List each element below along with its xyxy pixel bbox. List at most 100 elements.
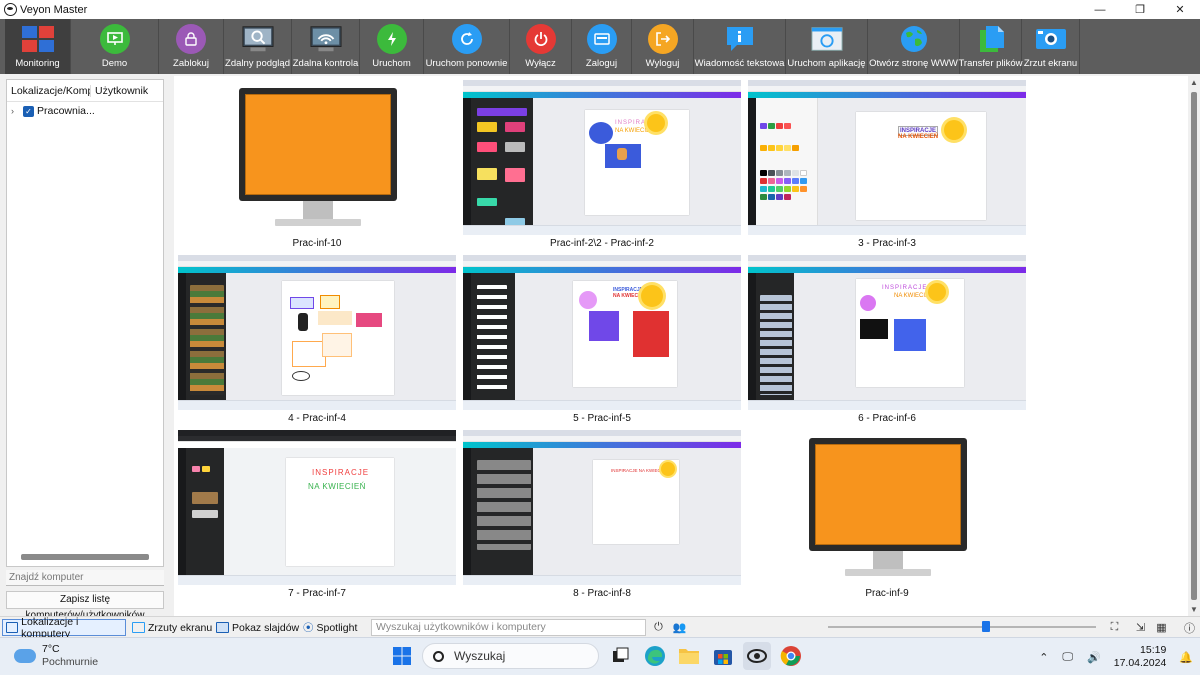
power-on-button[interactable]: Uruchom bbox=[360, 19, 424, 74]
computer-tile[interactable]: INSPIRACJE NA KWIECIEŃ 7 - Prac-inf-7 bbox=[176, 428, 458, 600]
power-off-button[interactable]: Wyłącz bbox=[510, 19, 572, 74]
spotlight-icon: ⦿ bbox=[303, 622, 314, 634]
file-transfer-button[interactable]: Transfer plików bbox=[958, 19, 1023, 74]
toolbar-label: Zrzut ekranu bbox=[1023, 58, 1078, 69]
task-view-icon[interactable] bbox=[607, 642, 635, 670]
toolbar-label: Wiadomość tekstowa bbox=[694, 58, 785, 69]
main-toolbar: Monitoring Demo Zablokuj Zdalny podgląd … bbox=[0, 19, 1200, 74]
weather-widget[interactable]: 7°C Pochmurnie bbox=[14, 643, 98, 669]
toolbar-label: Wyłącz bbox=[525, 58, 556, 69]
power-on-icon bbox=[376, 24, 407, 54]
edge-browser-icon[interactable] bbox=[641, 642, 669, 670]
zoom-slider-handle[interactable] bbox=[982, 621, 990, 632]
lock-button[interactable]: Zablokuj bbox=[159, 19, 224, 74]
canvas-heading: NA KWIECIEŃ bbox=[898, 134, 939, 140]
computer-name: Prac-inf-10 bbox=[292, 238, 342, 249]
column-header-location[interactable]: Lokalizacje/Komputery bbox=[7, 84, 91, 97]
remote-view-button[interactable]: Zdalny podgląd bbox=[224, 19, 292, 74]
chevron-up-icon[interactable]: ⌃ bbox=[1039, 651, 1048, 664]
vertical-scrollbar[interactable]: ▲ ▼ bbox=[1188, 76, 1200, 616]
users-icon[interactable]: 👥 bbox=[671, 619, 688, 636]
computer-name: 5 - Prac-inf-5 bbox=[573, 413, 631, 424]
computer-tile[interactable]: INSPIRACJE NA KWIECIEŃ 8 - Prac-inf-8 bbox=[461, 428, 743, 600]
computer-tile[interactable]: INSPIRACJE NA KWIECIEŃ Prac-inf-2\2 - Pr… bbox=[461, 78, 743, 250]
window-title: Veyon Master bbox=[20, 3, 88, 16]
computer-tile[interactable]: INSPIRACJE NA KWIECIEŃ 3 - Prac-inf-3 bbox=[746, 78, 1028, 250]
demo-button[interactable]: Demo bbox=[71, 19, 159, 74]
close-button[interactable]: ✕ bbox=[1160, 0, 1200, 19]
open-website-button[interactable]: Otwórz stronę WWW bbox=[868, 19, 960, 74]
screenshot-button[interactable]: Zrzut ekranu bbox=[1022, 19, 1080, 74]
checkbox-checked-icon[interactable]: ✓ bbox=[23, 105, 34, 117]
veyon-taskbar-icon[interactable] bbox=[743, 642, 771, 670]
start-menu-icon[interactable] bbox=[388, 642, 416, 670]
status-bar: Lokalizacje i komputery Zrzuty ekranu Po… bbox=[0, 616, 1200, 640]
login-button[interactable]: Zaloguj bbox=[572, 19, 632, 74]
search-users-computers-input[interactable]: Wyszukaj użytkowników i komputery bbox=[371, 619, 646, 636]
globe-icon bbox=[898, 24, 930, 54]
info-icon[interactable]: ⓘ bbox=[1181, 619, 1198, 636]
run-program-button[interactable]: Uruchom aplikację bbox=[786, 19, 868, 74]
system-tray: ⌃ 🖵 🔊 15:19 17.04.2024 🔔 bbox=[1032, 638, 1200, 675]
file-explorer-icon[interactable] bbox=[675, 642, 703, 670]
save-computer-list-button[interactable]: Zapisz listę komputerów/użytkowników bbox=[6, 591, 164, 621]
tab-spotlight[interactable]: ⦿ Spotlight bbox=[300, 619, 360, 636]
find-computer-input[interactable]: Znajdź komputer bbox=[6, 570, 164, 586]
tab-locations-computers[interactable]: Lokalizacje i komputery bbox=[2, 616, 126, 640]
clock[interactable]: 15:19 17.04.2024 bbox=[1114, 644, 1167, 670]
text-message-button[interactable]: Wiadomość tekstowa bbox=[694, 19, 786, 74]
toolbar-label: Uruchom bbox=[372, 58, 411, 69]
network-icon[interactable]: 🖵 bbox=[1062, 651, 1073, 664]
veyon-logo-icon bbox=[4, 3, 17, 16]
auto-fit-icon[interactable]: ⛶ bbox=[1106, 619, 1123, 636]
scroll-down-arrow-icon[interactable]: ▼ bbox=[1190, 605, 1198, 614]
tab-screenshots[interactable]: Zrzuty ekranu bbox=[129, 619, 215, 636]
computer-tile[interactable]: INSPIRACJE NA KWIECIEŃ 6 - Prac-inf-6 bbox=[746, 253, 1028, 425]
screenshots-icon bbox=[132, 622, 145, 633]
canvas-heading: INSPIRACJE NA KWIECIEŃ bbox=[611, 468, 669, 473]
logout-button[interactable]: Wyloguj bbox=[632, 19, 694, 74]
remote-control-button[interactable]: Zdalna kontrola bbox=[292, 19, 360, 74]
notifications-icon[interactable]: 🔔 bbox=[1179, 651, 1193, 664]
reboot-button[interactable]: Uruchom ponownie bbox=[424, 19, 510, 74]
grid-view-icon[interactable]: ▦ bbox=[1153, 619, 1170, 636]
offline-monitor-icon bbox=[239, 88, 397, 233]
computer-tile[interactable]: INSPIRACJE NA KWIECIEŃ 5 - Prac-inf-5 bbox=[461, 253, 743, 425]
tree-item-label: Pracownia... bbox=[37, 105, 95, 117]
scroll-up-arrow-icon[interactable]: ▲ bbox=[1190, 78, 1198, 87]
chevron-right-icon[interactable]: › bbox=[11, 106, 23, 116]
column-header-user[interactable]: Użytkownik bbox=[91, 85, 148, 97]
toolbar-label: Uruchom aplikację bbox=[787, 58, 866, 69]
computer-tile[interactable]: Prac-inf-9 bbox=[746, 428, 1028, 600]
monitoring-icon bbox=[21, 24, 54, 54]
tab-label: Zrzuty ekranu bbox=[148, 621, 213, 634]
taskbar-search[interactable]: Wyszukaj bbox=[422, 643, 599, 669]
toolbar-label: Demo bbox=[101, 58, 128, 69]
cloud-icon bbox=[14, 649, 36, 663]
power-off-icon bbox=[525, 24, 556, 54]
lock-icon bbox=[176, 24, 206, 54]
demo-icon bbox=[99, 24, 130, 54]
screen-thumbnail: INSPIRACJE NA KWIECIEŃ bbox=[748, 255, 1026, 410]
minimize-button[interactable]: — bbox=[1080, 0, 1120, 19]
canvas-heading: INSPIRACJE bbox=[882, 285, 928, 291]
maximize-button[interactable]: ❐ bbox=[1120, 0, 1160, 19]
tab-label: Spotlight bbox=[316, 621, 358, 634]
computer-tree-panel: Lokalizacje/Komputery Użytkownik › ✓ Pra… bbox=[6, 79, 164, 567]
volume-icon[interactable]: 🔊 bbox=[1087, 651, 1101, 664]
computer-name: 4 - Prac-inf-4 bbox=[288, 413, 346, 424]
tab-slideshow[interactable]: Pokaz slajdów bbox=[213, 619, 302, 636]
zoom-slider[interactable] bbox=[828, 621, 1096, 632]
chrome-browser-icon[interactable] bbox=[777, 642, 805, 670]
screen-thumbnail: INSPIRACJE NA KWIECIEŃ bbox=[178, 430, 456, 585]
monitoring-button[interactable]: Monitoring bbox=[5, 19, 71, 74]
horizontal-scrollbar[interactable] bbox=[21, 554, 149, 560]
computer-tile[interactable]: 4 - Prac-inf-4 bbox=[176, 253, 458, 425]
custom-arrangement-icon[interactable]: ⇲ bbox=[1132, 619, 1149, 636]
canvas-heading: NA KWIECIEŃ bbox=[308, 482, 366, 491]
computer-name: 6 - Prac-inf-6 bbox=[858, 413, 916, 424]
power-toggle-icon[interactable]: ⏻ bbox=[650, 619, 667, 636]
microsoft-store-icon[interactable] bbox=[709, 642, 737, 670]
tree-item-lab[interactable]: › ✓ Pracownia... bbox=[7, 102, 163, 120]
computer-tile[interactable]: Prac-inf-10 bbox=[176, 78, 458, 250]
